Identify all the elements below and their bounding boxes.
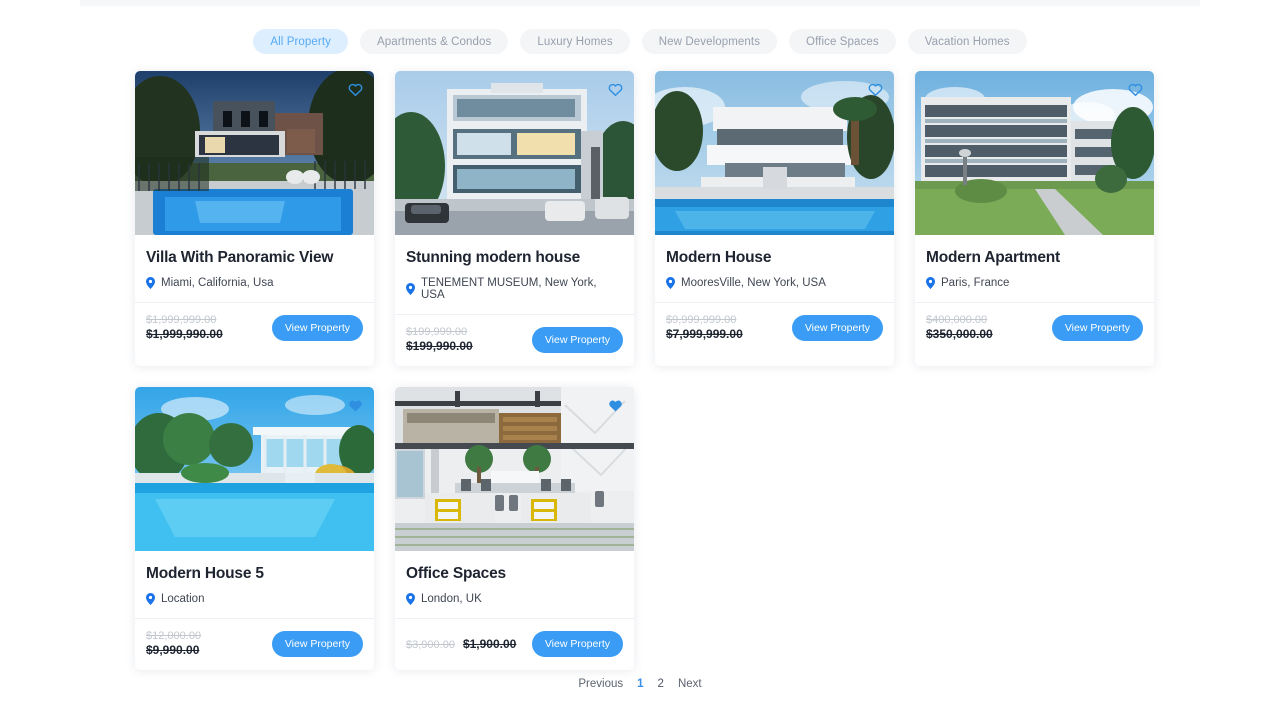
pagination-next[interactable]: Next [678, 678, 702, 690]
map-pin-icon [666, 277, 675, 290]
pagination-previous[interactable]: Previous [578, 678, 623, 690]
price-current: $1,999,990.00 [146, 327, 223, 342]
top-divider-band [80, 0, 1200, 6]
price-current: $9,990.00 [146, 643, 200, 658]
map-pin-icon [406, 283, 415, 296]
property-card-footer: $199,999.00 $199,990.00 View Property [395, 314, 634, 366]
property-image [395, 71, 634, 235]
property-card-footer: $400,000.00 $350,000.00 View Property [915, 302, 1154, 354]
property-location: Miami, California, Usa [146, 277, 363, 302]
pagination: Previous 1 2 Next [0, 678, 1280, 690]
property-card-footer: $9,999,999.00 $7,999,999.00 View Property [655, 302, 894, 354]
property-filter-bar: All Property Apartments & Condos Luxury Ho… [0, 0, 1280, 54]
property-title: Stunning modern house [406, 249, 581, 266]
price-current: $350,000.00 [926, 327, 993, 342]
property-card-body: Stunning modern house TENEMENT MUSEUM, Ne… [395, 235, 634, 314]
property-location-text: Location [161, 593, 205, 606]
property-location: Location [146, 593, 363, 618]
property-card[interactable]: Stunning modern house TENEMENT MUSEUM, Ne… [395, 71, 634, 367]
property-card[interactable]: Office Spaces London, UK $3,900.00 $1,900.0… [395, 387, 634, 671]
price-original: $1,999,999.00 [146, 314, 217, 327]
property-location-text: MooresVille, New York, USA [681, 277, 826, 290]
price-group: $9,999,999.00 $7,999,999.00 [666, 314, 743, 341]
property-location-text: TENEMENT MUSEUM, New York, USA [421, 277, 597, 302]
price-original: $12,000.00 [146, 630, 202, 643]
view-property-button[interactable]: View Property [531, 326, 623, 353]
filter-chip-luxury-homes[interactable]: Luxury Homes [520, 29, 630, 54]
property-location: Paris, France [926, 277, 1143, 302]
property-title: Modern House 5 [146, 565, 264, 583]
price-group: $12,000.00 $9,990.00 [146, 630, 201, 657]
property-title: Modern House [666, 249, 772, 266]
property-card[interactable]: Modern Apartment Paris, France $400,000.00… [915, 71, 1154, 367]
property-card-body: Office Spaces London, UK [395, 551, 634, 618]
view-property-button[interactable]: View Property [791, 314, 883, 341]
map-pin-icon [146, 277, 155, 290]
pagination-page-1[interactable]: 1 [637, 678, 643, 690]
property-location-text: London, UK [421, 593, 482, 606]
price-group: $1,999,999.00 $1,999,990.00 [146, 314, 223, 341]
view-property-button[interactable]: View Property [271, 314, 363, 341]
heart-outline-icon[interactable] [868, 82, 883, 97]
property-card[interactable]: Villa With Panoramic View Miami, Californ… [135, 71, 374, 367]
map-pin-icon [146, 593, 155, 606]
heart-filled-icon[interactable] [608, 398, 623, 413]
property-card-body: Villa With Panoramic View Miami, Californ… [135, 235, 374, 302]
property-image [655, 71, 894, 235]
filter-chip-vacation-homes[interactable]: Vacation Homes [907, 29, 1027, 54]
view-property-button[interactable]: View Property [531, 630, 623, 657]
property-card-body: Modern Apartment Paris, France [915, 235, 1154, 302]
filter-chip-office-spaces[interactable]: Office Spaces [789, 29, 896, 54]
heart-outline-icon[interactable] [1128, 82, 1143, 97]
pagination-page-2[interactable]: 2 [658, 678, 664, 690]
property-image [135, 387, 374, 552]
price-group: $400,000.00 $350,000.00 [926, 314, 993, 341]
property-location: TENEMENT MUSEUM, New York, USA [406, 277, 623, 314]
view-property-button[interactable]: View Property [1051, 314, 1143, 341]
property-card-body: Modern House MooresVille, New York, USA [655, 235, 894, 302]
view-property-button[interactable]: View Property [271, 630, 363, 657]
property-card-body: Modern House 5 Location [135, 551, 374, 618]
property-title: Modern Apartment [926, 249, 1061, 266]
property-title: Villa With Panoramic View [146, 249, 334, 266]
price-group: $3,900.00 $1,900.00 [406, 637, 516, 651]
price-current: $7,999,999.00 [666, 327, 743, 342]
price-current: $199,990.00 [406, 339, 473, 354]
property-image [135, 71, 374, 235]
map-pin-icon [926, 277, 935, 290]
property-location: London, UK [406, 593, 623, 618]
price-original: $3,900.00 [406, 638, 455, 651]
price-original: $400,000.00 [926, 314, 988, 327]
property-card[interactable]: Modern House 5 Location $12,000.00 $9,990.0… [135, 387, 374, 671]
filter-chip-new-developments[interactable]: New Developments [641, 29, 778, 54]
price-original: $199,999.00 [406, 326, 468, 339]
heart-outline-icon[interactable] [348, 82, 363, 97]
property-card-footer: $12,000.00 $9,990.00 View Property [135, 618, 374, 670]
filter-chip-all-property[interactable]: All Property [253, 29, 348, 54]
property-card-grid: Villa With Panoramic View Miami, Californ… [135, 71, 1155, 671]
heart-filled-icon[interactable] [348, 398, 363, 413]
filter-chip-apartments-condos[interactable]: Apartments & Condos [359, 29, 509, 54]
heart-outline-icon[interactable] [608, 82, 623, 97]
property-location-text: Miami, California, Usa [161, 277, 274, 290]
property-card[interactable]: Modern House MooresVille, New York, USA $9… [655, 71, 894, 367]
price-current: $1,900.00 [462, 636, 517, 651]
property-location-text: Paris, France [941, 277, 1010, 290]
price-original: $9,999,999.00 [666, 314, 737, 327]
property-title: Office Spaces [406, 565, 506, 583]
property-card-footer: $1,999,999.00 $1,999,990.00 View Property [135, 302, 374, 354]
price-group: $199,999.00 $199,990.00 [406, 326, 473, 353]
property-image [915, 71, 1154, 235]
property-card-footer: $3,900.00 $1,900.00 View Property [395, 618, 634, 670]
map-pin-icon [406, 593, 415, 606]
property-location: MooresVille, New York, USA [666, 277, 883, 302]
property-image [395, 387, 634, 552]
